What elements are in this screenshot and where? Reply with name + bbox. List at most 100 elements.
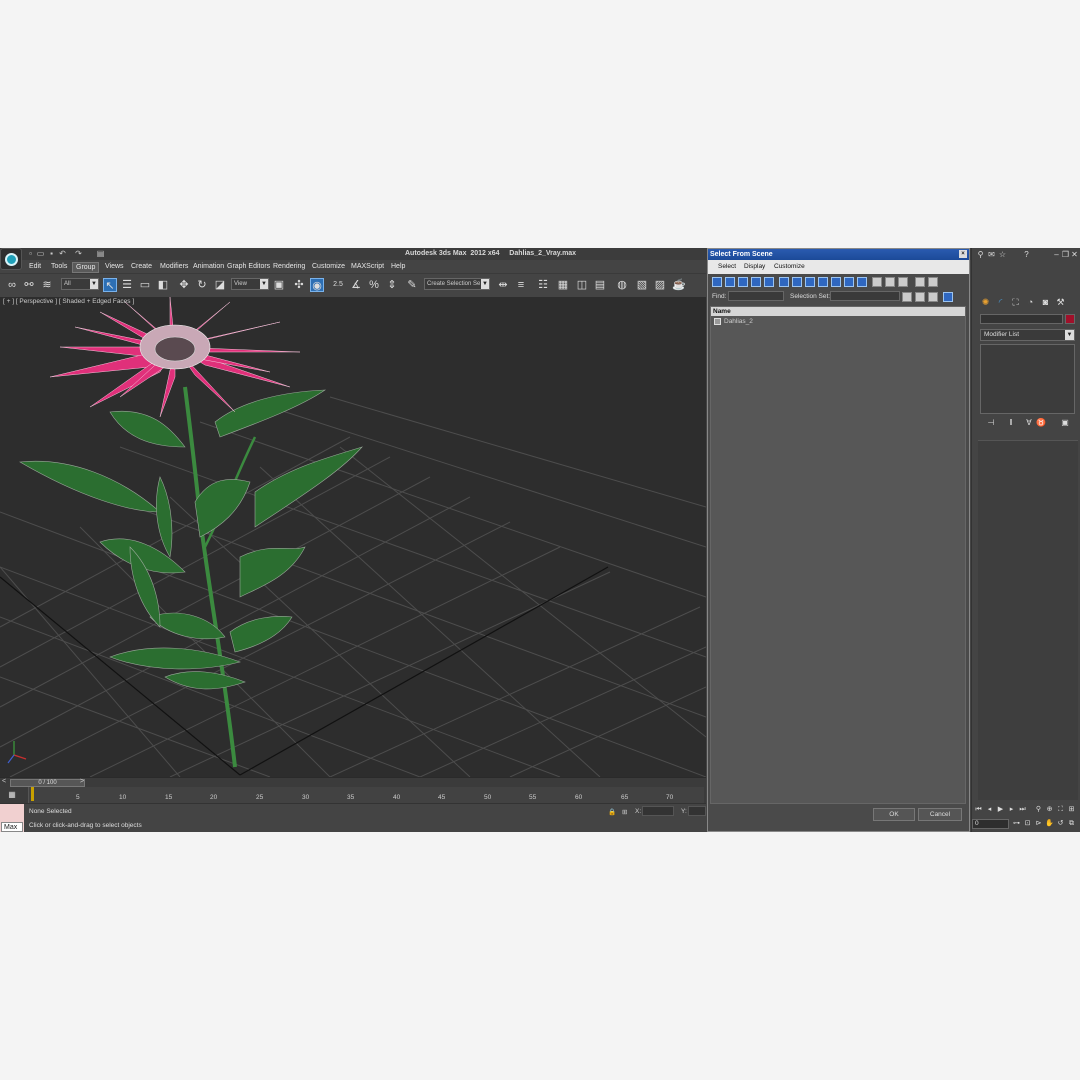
cancel-button[interactable]: Cancel (918, 808, 962, 821)
time-config-icon[interactable]: ⊡ (1023, 819, 1032, 828)
track-bar[interactable]: ▦ 5 10 15 20 25 30 35 40 45 50 55 60 65 … (0, 787, 706, 803)
select-object-icon[interactable]: ↖ (103, 278, 117, 292)
perspective-viewport[interactable]: [ + ] [ Perspective ] [ Shaded + Edged F… (0, 297, 706, 777)
bind-space-warp-icon[interactable]: ≋ (40, 278, 54, 292)
select-by-name-icon[interactable]: ☰ (120, 278, 134, 292)
material-editor-icon[interactable]: ◍ (615, 278, 629, 292)
track-ruler[interactable]: 5 10 15 20 25 30 35 40 45 50 55 60 65 70 (28, 787, 704, 803)
display-geometry-icon[interactable] (712, 277, 722, 287)
undo-icon[interactable]: ↶ (58, 249, 67, 258)
display-shapes-icon[interactable] (725, 277, 735, 287)
dialog-menu-customize[interactable]: Customize (774, 263, 805, 270)
list-item[interactable]: Dahlias_2 (712, 317, 912, 326)
menu-customize[interactable]: Customize (309, 262, 348, 271)
lock-selection-icon[interactable]: 🔒 (608, 808, 616, 816)
sync-selection-icon[interactable] (928, 277, 938, 287)
infocenter-search-icon[interactable]: ⚲ (976, 250, 985, 259)
minimize-icon[interactable]: – (1052, 250, 1061, 259)
object-name-field[interactable] (980, 314, 1063, 324)
display-spacewarps-icon[interactable] (779, 277, 789, 287)
ref-coord-dropdown[interactable]: View ▼ (231, 278, 269, 290)
pin-stack-icon[interactable]: ⊣ (986, 418, 996, 428)
select-link-icon[interactable]: ∞ (5, 278, 19, 292)
show-end-result-icon[interactable]: ‖ (1006, 418, 1016, 428)
render-teapot-icon[interactable]: ☕ (672, 278, 686, 292)
time-slider-thumb[interactable]: 0 / 100 (10, 779, 85, 787)
help-icon[interactable]: ? (1022, 250, 1031, 259)
restore-icon[interactable]: ❐ (1061, 250, 1070, 259)
goto-start-icon[interactable]: ⏮ (974, 805, 983, 814)
rendered-frame-window-icon[interactable]: ▨ (653, 278, 667, 292)
open-file-icon[interactable]: ▭ (36, 249, 45, 258)
zoom-icon[interactable]: ⚲ (1034, 805, 1043, 814)
modifier-list-dropdown[interactable]: Modifier List ▼ (980, 329, 1075, 341)
select-invert-icon[interactable] (898, 277, 908, 287)
selection-set-options-icon[interactable] (943, 292, 953, 302)
menu-help[interactable]: Help (388, 262, 408, 271)
selection-set-add-icon[interactable] (915, 292, 925, 302)
favorites-icon[interactable]: ☆ (998, 250, 1007, 259)
percent-snap-icon[interactable]: % (367, 278, 381, 292)
utilities-tab-icon[interactable]: ⚒ (1055, 297, 1066, 308)
selection-filter-dropdown[interactable]: All ▼ (61, 278, 99, 290)
menu-rendering[interactable]: Rendering (270, 262, 308, 271)
render-setup-icon[interactable]: ▧ (635, 278, 649, 292)
field-of-view-icon[interactable]: ⊳ (1034, 819, 1043, 828)
snap-toggle-icon[interactable]: 2.5 (331, 278, 345, 292)
modify-tab-icon[interactable]: ◜ (995, 297, 1006, 308)
curve-editor-icon[interactable]: ◫ (575, 278, 589, 292)
display-helpers-icon[interactable] (764, 277, 774, 287)
viewport-label[interactable]: [ + ] [ Perspective ] [ Shaded + Edged F… (3, 298, 134, 305)
maximize-viewport-icon[interactable]: ⧉ (1067, 819, 1076, 828)
motion-tab-icon[interactable]: ◔ (1025, 297, 1036, 308)
menu-maxscript[interactable]: MAXScript (348, 262, 387, 271)
display-bones-icon[interactable] (818, 277, 828, 287)
display-containers-icon[interactable] (831, 277, 841, 287)
project-folder-icon[interactable]: ▤ (96, 249, 105, 258)
selection-set-remove-icon[interactable] (928, 292, 938, 302)
make-unique-icon[interactable]: ∀ (1024, 418, 1034, 428)
absolute-mode-icon[interactable]: ⊞ (622, 808, 627, 816)
menu-graph-editors[interactable]: Graph Editors (224, 262, 273, 271)
display-groups-icon[interactable] (792, 277, 802, 287)
schematic-view-icon[interactable]: ▤ (593, 278, 607, 292)
play-icon[interactable]: ▶ (996, 805, 1005, 814)
keyboard-shortcut-override-icon[interactable]: ◉ (310, 278, 324, 292)
new-file-icon[interactable]: ▫ (26, 249, 35, 258)
rectangle-selection-icon[interactable]: ▭ (138, 278, 152, 292)
dialog-menu-display[interactable]: Display (744, 263, 765, 270)
x-coord-field[interactable] (642, 806, 674, 816)
display-hidden-icon[interactable] (857, 277, 867, 287)
key-mode-icon[interactable]: ⊶ (1012, 819, 1021, 828)
rotate-icon[interactable]: ↻ (195, 278, 209, 292)
edit-named-selection-icon[interactable]: ✎ (405, 278, 419, 292)
move-icon[interactable]: ✥ (177, 278, 191, 292)
menu-views[interactable]: Views (102, 262, 127, 271)
object-list[interactable]: Name Dahlias_2 (710, 306, 966, 804)
modifier-stack[interactable] (980, 344, 1075, 414)
ok-button[interactable]: OK (873, 808, 915, 821)
zoom-extents-all-icon[interactable]: ⊞ (1067, 805, 1076, 814)
spinner-snap-icon[interactable]: ⇕ (385, 278, 399, 292)
maxscript-listener-box[interactable]: Max (0, 804, 24, 832)
selection-set-edit-icon[interactable] (902, 292, 912, 302)
prev-frame-icon[interactable]: ◂ (985, 805, 994, 814)
display-xrefs-icon[interactable] (805, 277, 815, 287)
select-all-icon[interactable] (872, 277, 882, 287)
window-crossing-icon[interactable]: ◧ (156, 278, 170, 292)
unlink-icon[interactable]: ⚯ (22, 278, 36, 292)
communication-center-icon[interactable]: ✉ (987, 250, 996, 259)
menu-group[interactable]: Group (72, 262, 100, 273)
select-manipulate-icon[interactable]: ✣ (292, 278, 306, 292)
menu-edit[interactable]: Edit (26, 262, 44, 271)
name-column-header[interactable]: Name (711, 307, 965, 316)
display-tab-icon[interactable]: ◙ (1040, 297, 1051, 308)
align-icon[interactable]: ≡ (514, 278, 528, 292)
close-window-icon[interactable]: ✕ (1070, 250, 1079, 259)
pan-view-icon[interactable]: ✋ (1045, 819, 1054, 828)
time-next-icon[interactable]: > (80, 778, 84, 785)
y-coord-field[interactable] (688, 806, 706, 816)
menu-animation[interactable]: Animation (190, 262, 227, 271)
current-frame-field[interactable]: 0 (972, 819, 1009, 829)
menu-tools[interactable]: Tools (48, 262, 70, 271)
